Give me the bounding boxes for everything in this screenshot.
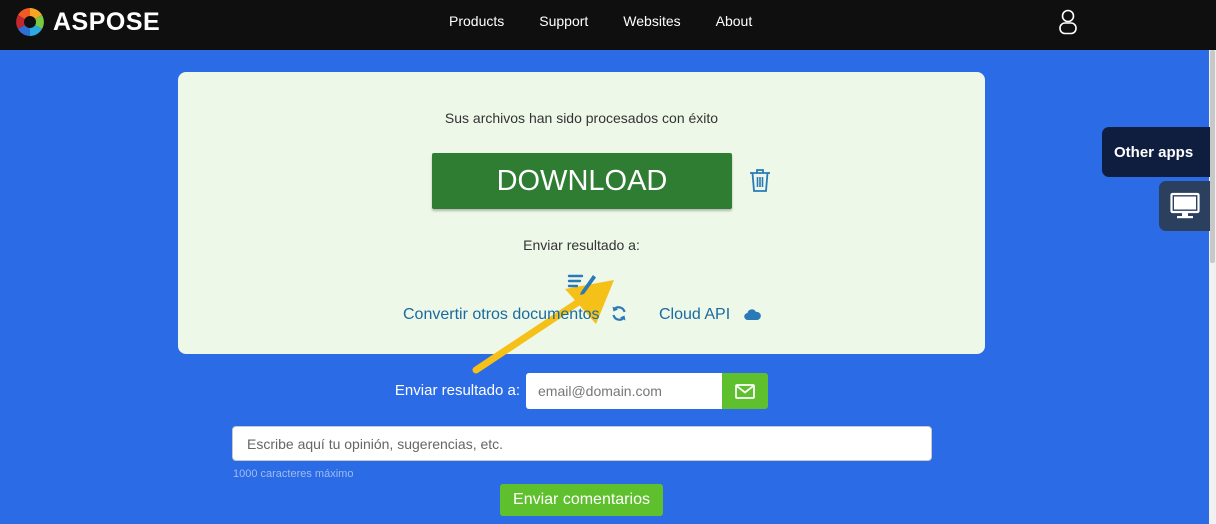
envelope-icon: [735, 383, 755, 399]
desktop-app-button[interactable]: [1159, 181, 1210, 231]
refresh-icon[interactable]: [611, 305, 627, 322]
convert-other-link[interactable]: Convertir otros documentos: [403, 306, 600, 324]
success-message: Sus archivos han sido procesados con éxi…: [444, 110, 719, 126]
email-send-label: Enviar resultado a:: [394, 382, 520, 399]
submit-feedback-button[interactable]: Enviar comentarios: [500, 484, 663, 516]
user-icon[interactable]: [1057, 9, 1079, 35]
char-limit-hint: 1000 caracteres máximo: [233, 468, 354, 480]
cloud-api-link[interactable]: Cloud API: [659, 306, 730, 324]
cloud-icon[interactable]: [744, 308, 761, 320]
aspose-logo[interactable]: ASPOSE: [14, 5, 160, 39]
email-send-button[interactable]: [722, 373, 768, 409]
top-navbar: ASPOSE Products Support Websites About: [0, 0, 1216, 50]
aspose-logo-icon: [16, 8, 44, 36]
page-scrollbar[interactable]: [1209, 50, 1216, 524]
email-input[interactable]: [526, 373, 723, 409]
main-nav: Products Support Websites About: [449, 13, 787, 29]
edit-document-icon[interactable]: [567, 272, 597, 296]
download-button[interactable]: DOWNLOAD: [432, 153, 732, 209]
brand-name: ASPOSE: [53, 7, 161, 36]
nav-websites[interactable]: Websites: [623, 13, 680, 29]
result-card: Sus archivos han sido procesados con éxi…: [178, 72, 985, 374]
nav-support[interactable]: Support: [539, 13, 588, 29]
send-result-label: Enviar resultado a:: [523, 237, 640, 253]
other-apps-button[interactable]: Other apps: [1102, 127, 1210, 177]
scrollbar-thumb[interactable]: [1210, 50, 1215, 263]
monitor-icon: [1169, 192, 1200, 219]
nav-about[interactable]: About: [716, 13, 753, 29]
trash-icon[interactable]: [749, 168, 771, 193]
feedback-input[interactable]: [232, 426, 932, 461]
nav-products[interactable]: Products: [449, 13, 504, 29]
